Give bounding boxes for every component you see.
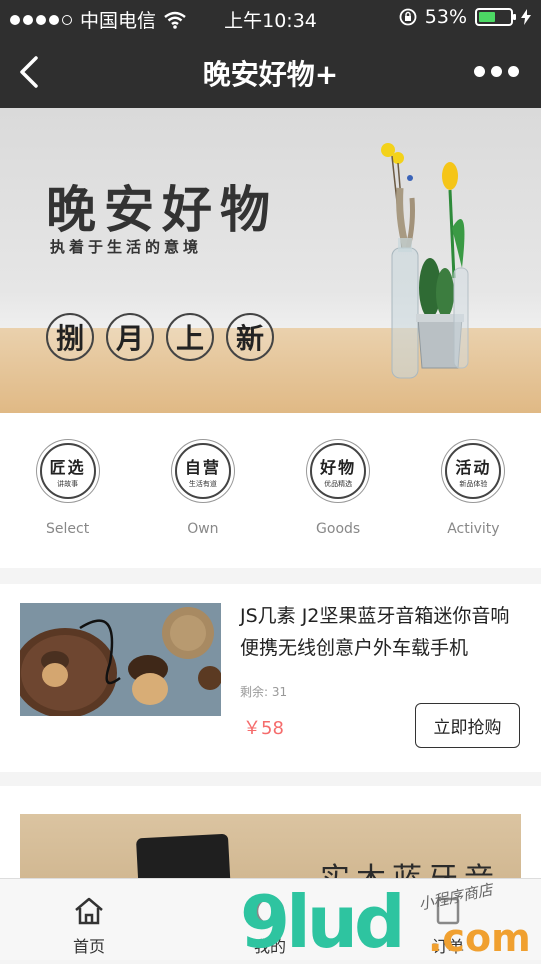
home-icon — [75, 897, 103, 925]
buy-now-button[interactable]: 立即抢购 — [415, 703, 520, 748]
status-right: 53% — [399, 6, 531, 28]
product-stock: 剩余: 31 — [240, 685, 288, 699]
banner-seal: 月 — [106, 313, 154, 361]
category-activity[interactable]: 活动 新品体验 Activity — [406, 413, 541, 568]
category-badge-subtitle: 优品精选 — [324, 479, 353, 488]
tab-label: 首页 — [72, 937, 105, 956]
banner-heading: 晚安好物 — [46, 180, 278, 239]
product-image[interactable]: 实木蓝牙音箱 — [20, 814, 521, 886]
plant-vase-illustration — [381, 143, 469, 379]
rotation-lock-icon — [399, 8, 417, 26]
category-label: Goods — [316, 521, 361, 537]
category-select[interactable]: 匠选 讲故事 Select — [0, 413, 135, 568]
category-badge-title: 匠选 — [49, 457, 86, 477]
orders-icon — [436, 897, 460, 925]
banner-subheading: 执着于生活的意境 — [50, 238, 203, 256]
category-badge-title: 活动 — [455, 457, 492, 477]
more-options-icon[interactable] — [474, 66, 519, 77]
banner-seal-row: 捌 月 上 新 — [46, 313, 274, 361]
status-bar: 中国电信 上午10:34 53% — [0, 0, 541, 36]
product-price: ￥58 — [243, 718, 284, 739]
category-label: Own — [187, 521, 219, 537]
banner-seal: 新 — [226, 313, 274, 361]
tab-bar: 首页 我的 订单 — [0, 878, 541, 960]
tab-label: 我的 — [253, 937, 286, 956]
product-name[interactable]: JS几素 J2坚果蓝牙音箱迷你音响便携无线创意户外车载手机 — [240, 600, 525, 664]
product-image[interactable] — [20, 603, 221, 716]
category-badge-subtitle: 新品体验 — [459, 479, 488, 488]
category-goods[interactable]: 好物 优品精选 Goods — [271, 413, 406, 568]
category-badge-title: 自营 — [184, 457, 221, 477]
banner-seal: 上 — [166, 313, 214, 361]
banner-seal: 捌 — [46, 313, 94, 361]
tab-label: 订单 — [431, 937, 464, 956]
battery-icon — [475, 8, 516, 26]
category-select-badge: 匠选 讲故事 — [39, 443, 96, 499]
category-row: 匠选 讲故事 Select 自营 生活有道 Own 好物 优品精选 Goods … — [0, 413, 541, 568]
category-own[interactable]: 自营 生活有道 Own — [135, 413, 270, 568]
user-icon — [255, 896, 285, 926]
hero-banner[interactable]: 晚安好物 执着于生活的意境 捌 月 上 新 — [0, 108, 541, 413]
category-badge-title: 好物 — [320, 457, 357, 477]
page-title: 晚安好物+ — [202, 58, 339, 91]
category-badge-subtitle: 生活有道 — [188, 479, 217, 488]
tab-mine[interactable]: 我的 — [220, 879, 320, 961]
product-card[interactable]: JS几素 J2坚果蓝牙音箱迷你音响便携无线创意户外车载手机 剩余: 31 ￥58… — [0, 584, 541, 772]
category-badge-subtitle: 讲故事 — [57, 479, 79, 488]
category-own-badge: 自营 生活有道 — [174, 443, 231, 499]
category-label: Activity — [447, 521, 500, 537]
category-activity-badge: 活动 新品体验 — [445, 443, 502, 499]
category-goods-badge: 好物 优品精选 — [310, 443, 367, 499]
tab-orders[interactable]: 订单 — [398, 879, 498, 961]
navigation-bar: 晚安好物+ — [0, 36, 541, 108]
tab-home[interactable]: 首页 — [39, 879, 139, 961]
category-label: Select — [46, 521, 90, 537]
charging-icon — [521, 9, 531, 25]
product-card[interactable]: 实木蓝牙音箱 — [0, 786, 541, 886]
battery-percent: 53% — [424, 6, 467, 28]
